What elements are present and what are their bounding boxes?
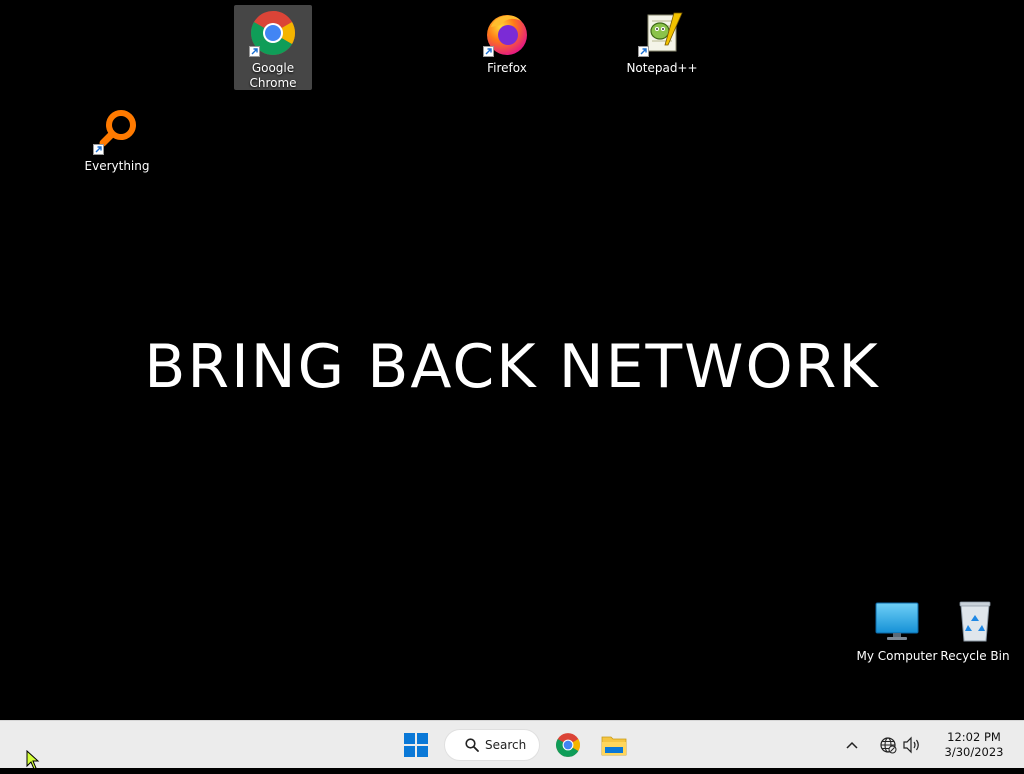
desktop-icon-label: Notepad++ [626,61,698,75]
start-button[interactable] [398,727,434,763]
volume-icon [903,736,919,754]
desktop-icon-label: Everything [84,159,150,173]
desktop-icon-everything[interactable]: Everything [78,103,156,174]
network-button[interactable] [876,730,900,760]
taskbar-app-file-explorer[interactable] [596,727,632,763]
desktop-icon-label: Recycle Bin [940,649,1010,663]
taskbar: Search 12:02 PM 3/30/2023 [0,720,1024,768]
taskbar-app-chrome[interactable] [550,727,586,763]
desktop-icon-notepad-plus-plus[interactable]: Notepad++ [623,5,701,76]
taskbar-search[interactable]: Search [444,729,540,761]
show-hidden-icons-chevron [846,741,858,749]
desktop-icon-label: My Computer [856,649,938,663]
firefox-icon [483,9,531,57]
taskbar-center: Search [398,727,632,763]
notepad-plus-plus-icon [638,9,686,57]
desktop-icon-google-chrome[interactable]: Google Chrome [234,5,312,90]
everything-search-icon [93,107,141,155]
shortcut-arrow-icon [638,46,649,57]
clock-time: 12:02 PM [947,730,1001,744]
desktop-icon-label: Firefox [487,61,527,75]
wallpaper-text: BRING BACK NETWORK [144,332,880,402]
desktop-icon-my-computer[interactable]: My Computer [856,593,938,664]
search-icon [465,738,479,752]
desktop-icon-recycle-bin[interactable]: Recycle Bin [936,593,1014,664]
system-tray: 12:02 PM 3/30/2023 [840,721,1024,769]
desktop[interactable]: Google Chrome Firefox Notepad++ Everythi… [0,0,1024,720]
desktop-icon-firefox[interactable]: Firefox [468,5,546,76]
recycle-bin-icon [951,597,999,645]
shortcut-arrow-icon [93,144,104,155]
taskbar-clock[interactable]: 12:02 PM 3/30/2023 [934,730,1014,760]
chrome-icon [249,9,297,57]
search-label: Search [485,738,527,752]
desktop-icon-label: Google Chrome [249,61,297,90]
volume-button[interactable] [900,730,924,760]
shortcut-arrow-icon [483,46,494,57]
my-computer-icon [873,597,921,645]
show-hidden-icons-button[interactable] [840,730,864,760]
clock-date: 3/30/2023 [944,745,1004,759]
mouse-pointer-icon [26,749,40,774]
shortcut-arrow-icon [249,46,260,57]
windows-start-icon [404,733,428,757]
chrome-icon [556,733,580,757]
network-globe-icon [880,737,897,754]
file-explorer-icon [601,736,627,756]
